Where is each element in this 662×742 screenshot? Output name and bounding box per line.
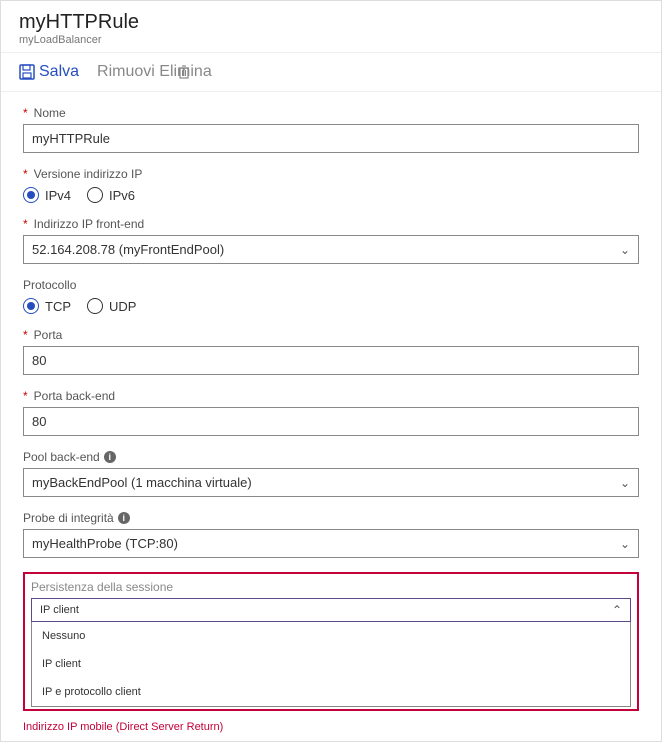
radio-tcp[interactable]: TCP [23,298,71,314]
label-ipversion: Versione indirizzo IP [34,167,143,181]
save-label: Salva [39,63,79,81]
radio-circle-icon [87,298,103,314]
session-value: IP client [40,604,79,616]
probe-select[interactable]: myHealthProbe (TCP:80) ⌄ [23,529,639,558]
frontend-select[interactable]: 52.164.208.78 (myFrontEndPool) ⌄ [23,235,639,264]
radio-tcp-label: TCP [45,299,71,314]
radio-udp-label: UDP [109,299,136,314]
frontend-value: 52.164.208.78 (myFrontEndPool) [32,242,224,257]
radio-ipv4[interactable]: IPv4 [23,187,71,203]
field-name: * Nome [23,106,639,153]
session-option-none[interactable]: Nessuno [32,622,630,650]
label-backport: Porta back-end [34,389,115,403]
toolbar: Salva Rimuovi Elimina [1,53,661,92]
page-title: myHTTPRule [19,11,643,34]
chevron-down-icon: ⌄ [620,476,630,490]
required-star: * [23,389,28,403]
required-star: * [23,217,28,231]
field-backpool: Pool back-end i myBackEndPool (1 macchina… [23,450,639,497]
probe-value: myHealthProbe (TCP:80) [32,536,178,551]
field-probe: Probe di integrità i myHealthProbe (TCP:8… [23,511,639,558]
port-input[interactable] [23,346,639,375]
save-button[interactable]: Salva [19,63,79,81]
trash-icon [176,64,192,80]
label-probe: Probe di integrità [23,511,114,525]
name-input[interactable] [23,124,639,153]
field-port: * Porta [23,328,639,375]
label-session: Persistenza della sessione [31,580,631,594]
label-name: Nome [34,106,66,120]
required-star: * [23,106,28,120]
info-icon[interactable]: i [118,512,130,524]
chevron-down-icon: ⌄ [620,537,630,551]
radio-dot-icon [23,187,39,203]
label-backpool: Pool back-end [23,450,100,464]
delete-button[interactable]: Rimuovi Elimina [97,63,192,81]
backport-input[interactable] [23,407,639,436]
delete-label: Rimuovi Elimina [97,63,212,81]
radio-ipv6-label: IPv6 [109,188,135,203]
label-port: Porta [34,328,63,342]
field-protocol: Protocollo TCP UDP [23,278,639,314]
page-subtitle: myLoadBalancer [19,34,643,46]
save-icon [19,64,35,80]
session-highlight-box: Persistenza della sessione IP client ⌃ N… [23,572,639,711]
session-option-ipproto[interactable]: IP e protocollo client [32,678,630,706]
form-body: * Nome * Versione indirizzo IP IPv4 IPv6 *… [1,92,661,719]
required-star: * [23,328,28,342]
session-select[interactable]: IP client ⌃ [31,598,631,622]
radio-ipv6[interactable]: IPv6 [87,187,135,203]
radio-dot-icon [23,298,39,314]
field-ipversion: * Versione indirizzo IP IPv4 IPv6 [23,167,639,203]
radio-ipv4-label: IPv4 [45,188,71,203]
radio-circle-icon [87,187,103,203]
session-dropdown: Nessuno IP client IP e protocollo client [31,622,631,707]
session-option-ipclient[interactable]: IP client [32,650,630,678]
radio-udp[interactable]: UDP [87,298,136,314]
backpool-value: myBackEndPool (1 macchina virtuale) [32,475,252,490]
required-star: * [23,167,28,181]
label-frontend: Indirizzo IP front-end [34,217,145,231]
backpool-select[interactable]: myBackEndPool (1 macchina virtuale) ⌄ [23,468,639,497]
label-protocol: Protocollo [23,278,76,292]
field-frontend: * Indirizzo IP front-end 52.164.208.78 (m… [23,217,639,264]
label-floating-ip: Indirizzo IP mobile (Direct Server Retur… [1,719,661,741]
blade-header: myHTTPRule myLoadBalancer [1,1,661,53]
info-icon[interactable]: i [104,451,116,463]
chevron-up-icon: ⌃ [612,603,622,617]
chevron-down-icon: ⌄ [620,243,630,257]
field-backport: * Porta back-end [23,389,639,436]
